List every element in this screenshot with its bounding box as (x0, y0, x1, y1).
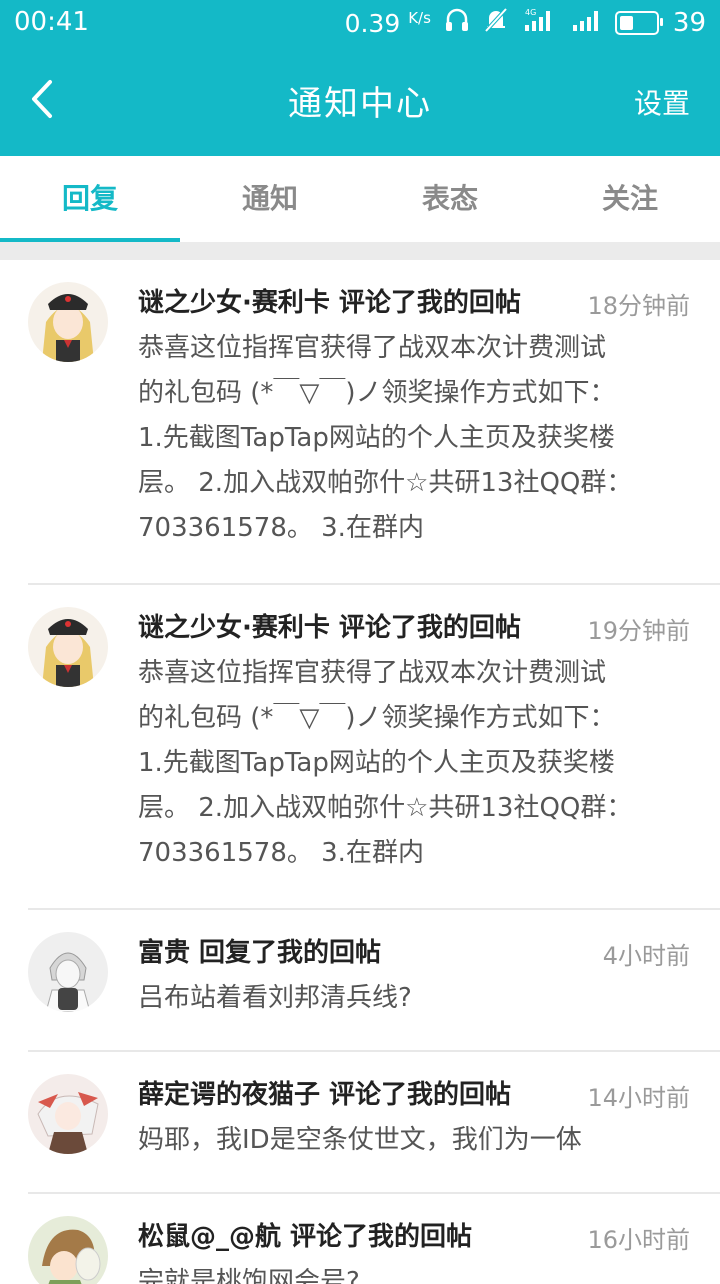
notification-body: 恭喜这位指挥官获得了战双本次计费测试 的礼包码 (*￣▽￣)ノ领奖操作方式如下：… (138, 658, 633, 868)
tab-bar: 回复 通知 表态 关注 (0, 156, 720, 242)
tab-reactions[interactable]: 表态 (360, 156, 540, 242)
signal-icon (571, 7, 601, 40)
tab-follows[interactable]: 关注 (540, 156, 720, 242)
notification-title: 松鼠@_@航 评论了我的回帖 (138, 1222, 473, 1252)
notification-body: 完就是桃饱网会号? (138, 1267, 360, 1284)
notification-time: 19分钟前 (587, 617, 690, 645)
avatar[interactable] (28, 282, 108, 362)
section-gap (0, 242, 720, 260)
signal-4g-icon: 4G (523, 7, 557, 40)
status-icons: 0.39 K/s 4G 39 (345, 7, 706, 39)
avatar[interactable] (28, 607, 108, 687)
headphones-icon (445, 7, 469, 40)
notification-item[interactable]: 谜之少女·赛利卡 评论了我的回帖 19分钟前 恭喜这位指挥官获得了战双本次计费测… (0, 585, 720, 910)
notification-title: 富贵 回复了我的回帖 (138, 938, 382, 968)
page-title: 通知中心 (288, 84, 432, 124)
notification-list: 谜之少女·赛利卡 评论了我的回帖 18分钟前 恭喜这位指挥官获得了战双本次计费测… (0, 260, 720, 1284)
notification-time: 4小时前 (602, 942, 690, 970)
battery-percent: 39 (672, 8, 706, 38)
app-bar: 通知中心 设置 (0, 46, 720, 156)
notification-item[interactable]: 富贵 回复了我的回帖 4小时前 吕布站着看刘邦清兵线? (0, 910, 720, 1052)
status-time: 00:41 (14, 7, 89, 37)
notification-body: 吕布站着看刘邦清兵线? (138, 983, 412, 1013)
notification-title: 薛定谔的夜猫子 评论了我的回帖 (138, 1080, 512, 1110)
tab-replies[interactable]: 回复 (0, 156, 180, 242)
notification-title: 谜之少女·赛利卡 评论了我的回帖 (138, 613, 521, 643)
notification-item[interactable]: 松鼠@_@航 评论了我的回帖 16小时前 完就是桃饱网会号? (0, 1194, 720, 1284)
battery-icon (614, 11, 663, 35)
muted-bell-icon (483, 7, 509, 40)
notification-item[interactable]: 薛定谔的夜猫子 评论了我的回帖 14小时前 妈耶，我ID是空条仗世文，我们为一体 (0, 1052, 720, 1194)
avatar[interactable] (28, 1074, 108, 1154)
avatar[interactable] (28, 932, 108, 1012)
notification-time: 18分钟前 (587, 292, 690, 320)
svg-text:4G: 4G (525, 8, 536, 17)
notification-body: 恭喜这位指挥官获得了战双本次计费测试 的礼包码 (*￣▽￣)ノ领奖操作方式如下：… (138, 333, 633, 543)
notification-title: 谜之少女·赛利卡 评论了我的回帖 (138, 288, 521, 318)
notification-time: 14小时前 (587, 1084, 690, 1112)
avatar[interactable] (28, 1216, 108, 1284)
notification-body: 妈耶，我ID是空条仗世文，我们为一体 (138, 1125, 582, 1155)
notification-item[interactable]: 谜之少女·赛利卡 评论了我的回帖 18分钟前 恭喜这位指挥官获得了战双本次计费测… (0, 260, 720, 585)
notification-time: 16小时前 (587, 1226, 690, 1254)
tab-notices[interactable]: 通知 (180, 156, 360, 242)
settings-button[interactable]: 设置 (634, 82, 690, 122)
network-speed: 0.39 K/s (344, 8, 431, 38)
status-bar: 00:41 0.39 K/s 4G 39 (0, 0, 720, 46)
